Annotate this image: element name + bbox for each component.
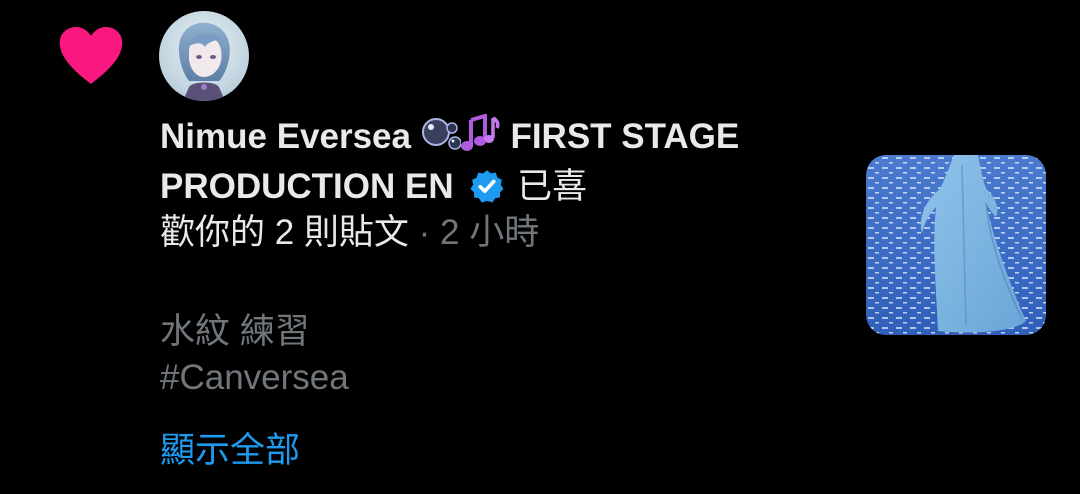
notification-headline: Nimue Eversea FIRST STAGE PRODUCTION EN [160,113,830,256]
separator: · [418,213,431,252]
heart-icon [59,27,123,84]
music-notes-icon [460,113,501,164]
author-name[interactable]: Nimue Eversea [160,117,411,156]
timestamp[interactable]: 2 小時 [440,213,539,252]
like-notification[interactable]: Nimue Eversea FIRST STAGE PRODUCTION EN [0,0,1080,494]
post-thumbnail[interactable] [866,155,1046,335]
bubbles-icon [421,116,462,164]
tweet-line-1: 水紋 練習 [160,312,310,351]
tweet-hashtag[interactable]: #Canversea [160,358,349,397]
verified-badge-icon [470,170,504,203]
action-text-1: 已喜 [517,167,588,206]
show-all-link[interactable]: 顯示全部 [160,428,300,474]
tweet-preview: 水紋 練習 #Canversea [160,309,349,401]
avatar[interactable] [159,11,249,101]
action-text-2: 歡你的 2 則貼文 [160,213,409,252]
